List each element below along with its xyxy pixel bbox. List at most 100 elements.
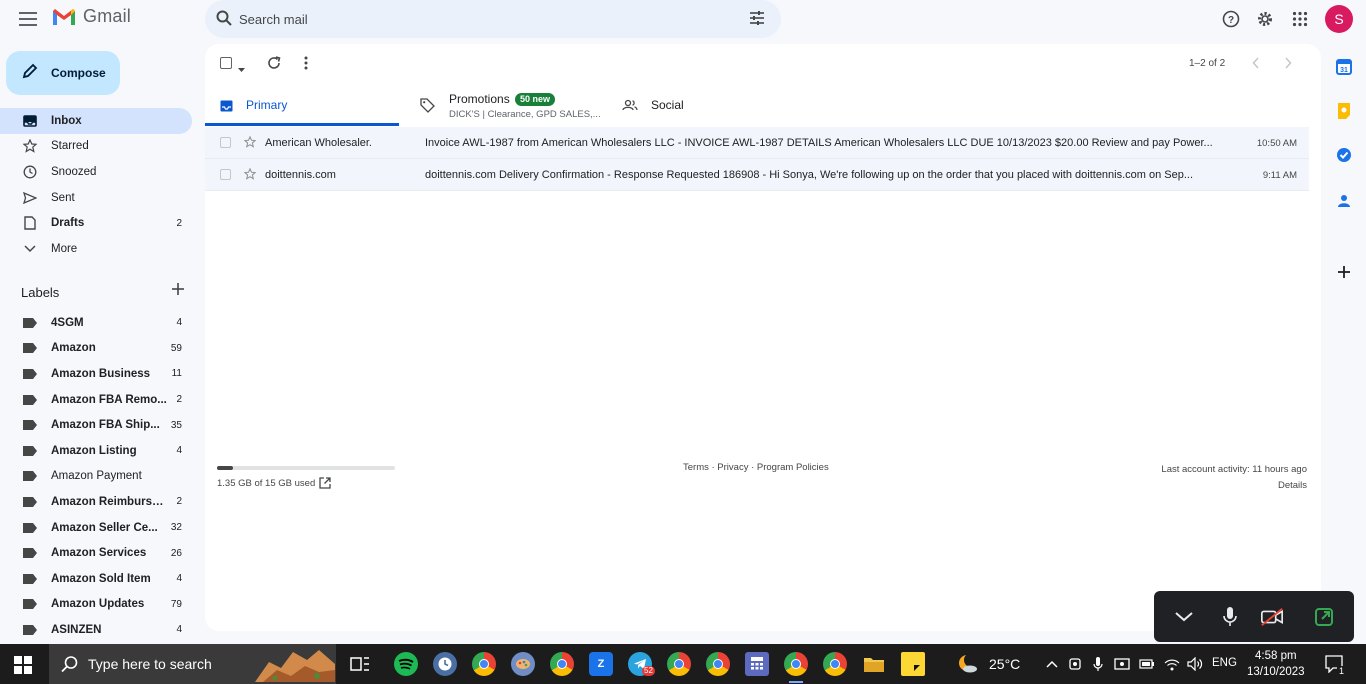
label-item[interactable]: ASINZEN 4: [0, 617, 192, 643]
search-icon[interactable]: [215, 9, 233, 32]
email-time: 9:11 AM: [1262, 170, 1297, 181]
footer-links[interactable]: Terms · Privacy · Program Policies: [683, 462, 829, 473]
add-addon-icon[interactable]: [1333, 261, 1355, 283]
refresh-icon[interactable]: [266, 55, 282, 71]
label-item[interactable]: Amazon Sold Item 4: [0, 566, 192, 592]
more-options-icon[interactable]: [298, 55, 314, 71]
taskbar-search-text: Type here to search: [88, 656, 212, 672]
calculator-icon[interactable]: [745, 652, 769, 676]
pop-out-icon[interactable]: [1312, 605, 1336, 629]
star-icon[interactable]: [243, 167, 257, 183]
tab-primary[interactable]: Primary: [205, 86, 399, 126]
last-activity-text: Last account activity: 11 hours ago: [1161, 464, 1307, 475]
tab-social[interactable]: Social: [619, 86, 819, 126]
chrome-active-icon[interactable]: [784, 652, 808, 676]
label-tag-icon: [23, 368, 37, 379]
settings-gear-icon[interactable]: [1255, 9, 1275, 29]
notification-count: 1: [1337, 666, 1347, 676]
webcam-tray-icon[interactable]: [1063, 652, 1087, 676]
windows-start-icon[interactable]: [14, 656, 32, 679]
volume-tray-icon[interactable]: [1183, 652, 1207, 676]
chrome-profile-icon[interactable]: [667, 652, 691, 676]
label-item[interactable]: Amazon FBA Remo... 2: [0, 387, 192, 413]
app-name: Gmail: [83, 6, 132, 26]
nav-sent[interactable]: Sent: [0, 185, 192, 211]
zoom-app-icon[interactable]: Z: [589, 652, 613, 676]
language-indicator[interactable]: ENG: [1212, 657, 1237, 669]
tray-chevron-up-icon[interactable]: [1040, 652, 1064, 676]
task-view-icon[interactable]: [348, 652, 372, 676]
keep-icon[interactable]: [1333, 100, 1355, 122]
microphone-icon[interactable]: [1218, 605, 1242, 629]
file-explorer-icon[interactable]: [862, 652, 886, 676]
label-item[interactable]: Amazon Reimburse... 2: [0, 489, 192, 515]
tab-promotions[interactable]: Promotions 50 new DICK'S | Clearance, GP…: [419, 86, 619, 126]
label-item[interactable]: Amazon Business 11: [0, 361, 192, 387]
camera-off-icon[interactable]: [1260, 605, 1284, 629]
chrome-profile-icon[interactable]: [706, 652, 730, 676]
calendar-icon[interactable]: 31: [1333, 56, 1355, 78]
chrome-profile-icon[interactable]: [472, 652, 496, 676]
main-menu-icon[interactable]: [17, 8, 39, 30]
label-item[interactable]: Amazon Seller Ce... 32: [0, 515, 192, 541]
add-label-icon[interactable]: [171, 282, 185, 296]
battery-tray-icon[interactable]: [1135, 652, 1159, 676]
row-checkbox[interactable]: [220, 169, 231, 180]
apps-grid-icon[interactable]: [1290, 9, 1310, 29]
next-page-icon[interactable]: [1280, 55, 1296, 71]
telegram-badge: 52: [642, 666, 655, 676]
contacts-icon[interactable]: [1333, 190, 1355, 212]
label-count: 4: [176, 317, 182, 329]
tasks-icon[interactable]: [1333, 144, 1355, 166]
system-clock[interactable]: 4:58 pm 13/10/2023: [1247, 648, 1305, 680]
nav-drafts[interactable]: Drafts 2: [0, 210, 192, 236]
label-item[interactable]: Amazon Payment: [0, 464, 192, 490]
compose-button[interactable]: Compose: [6, 51, 120, 95]
label-tag-icon: [23, 599, 37, 610]
gmail-logo[interactable]: Gmail: [51, 6, 131, 27]
taskbar-search-box[interactable]: Type here to search: [49, 644, 336, 684]
category-tabs: Primary Promotions 50 new DICK'S | Clear…: [205, 86, 1309, 126]
paint-app-icon[interactable]: [511, 652, 535, 676]
email-row[interactable]: American Wholesaler. Invoice AWL-1987 fr…: [205, 127, 1309, 159]
label-item[interactable]: Amazon FBA Ship... 35: [0, 412, 192, 438]
search-options-icon[interactable]: [749, 10, 765, 31]
select-all-checkbox[interactable]: [220, 57, 232, 69]
top-bar: Gmail ? S: [0, 0, 1366, 38]
clock-time: 4:58 pm: [1255, 650, 1297, 662]
sticky-notes-icon[interactable]: [901, 652, 925, 676]
microphone-tray-icon[interactable]: [1086, 652, 1110, 676]
account-avatar[interactable]: S: [1325, 5, 1353, 33]
label-item[interactable]: Amazon 59: [0, 336, 192, 362]
nav-snoozed[interactable]: Snoozed: [0, 159, 192, 185]
select-dropdown-icon[interactable]: [238, 60, 245, 78]
label-item[interactable]: 4SGM 4: [0, 310, 192, 336]
label-item[interactable]: Amazon Updates 79: [0, 592, 192, 618]
help-icon[interactable]: ?: [1221, 9, 1241, 29]
label-item[interactable]: Amazon Listing 4: [0, 438, 192, 464]
details-link[interactable]: Details: [1161, 478, 1307, 494]
new-count-badge: 50 new: [515, 93, 556, 106]
email-row[interactable]: doittennis.com doittennis.com Delivery C…: [205, 159, 1309, 191]
spotify-icon[interactable]: [394, 652, 418, 676]
display-tray-icon[interactable]: [1110, 652, 1134, 676]
weather-moon-icon[interactable]: [956, 652, 980, 676]
collapse-chevron-icon[interactable]: [1172, 605, 1196, 629]
star-icon[interactable]: [243, 135, 257, 151]
chrome-profile-icon[interactable]: [550, 652, 574, 676]
nav-more[interactable]: More: [0, 236, 192, 262]
svg-text:?: ?: [1228, 15, 1234, 26]
chrome-profile-icon[interactable]: [823, 652, 847, 676]
prev-page-icon[interactable]: [1248, 55, 1264, 71]
row-checkbox[interactable]: [220, 137, 231, 148]
alarm-clock-icon[interactable]: [433, 652, 457, 676]
nav-starred[interactable]: Starred: [0, 134, 192, 160]
nav-inbox[interactable]: Inbox: [0, 108, 192, 134]
label-count: 2: [176, 496, 182, 508]
search-input[interactable]: [239, 9, 719, 29]
label-name: Amazon Seller Ce...: [51, 521, 158, 534]
open-in-new-icon[interactable]: [319, 476, 331, 494]
search-bar[interactable]: [205, 0, 781, 38]
wifi-tray-icon[interactable]: [1160, 652, 1184, 676]
label-item[interactable]: Amazon Services 26: [0, 540, 192, 566]
